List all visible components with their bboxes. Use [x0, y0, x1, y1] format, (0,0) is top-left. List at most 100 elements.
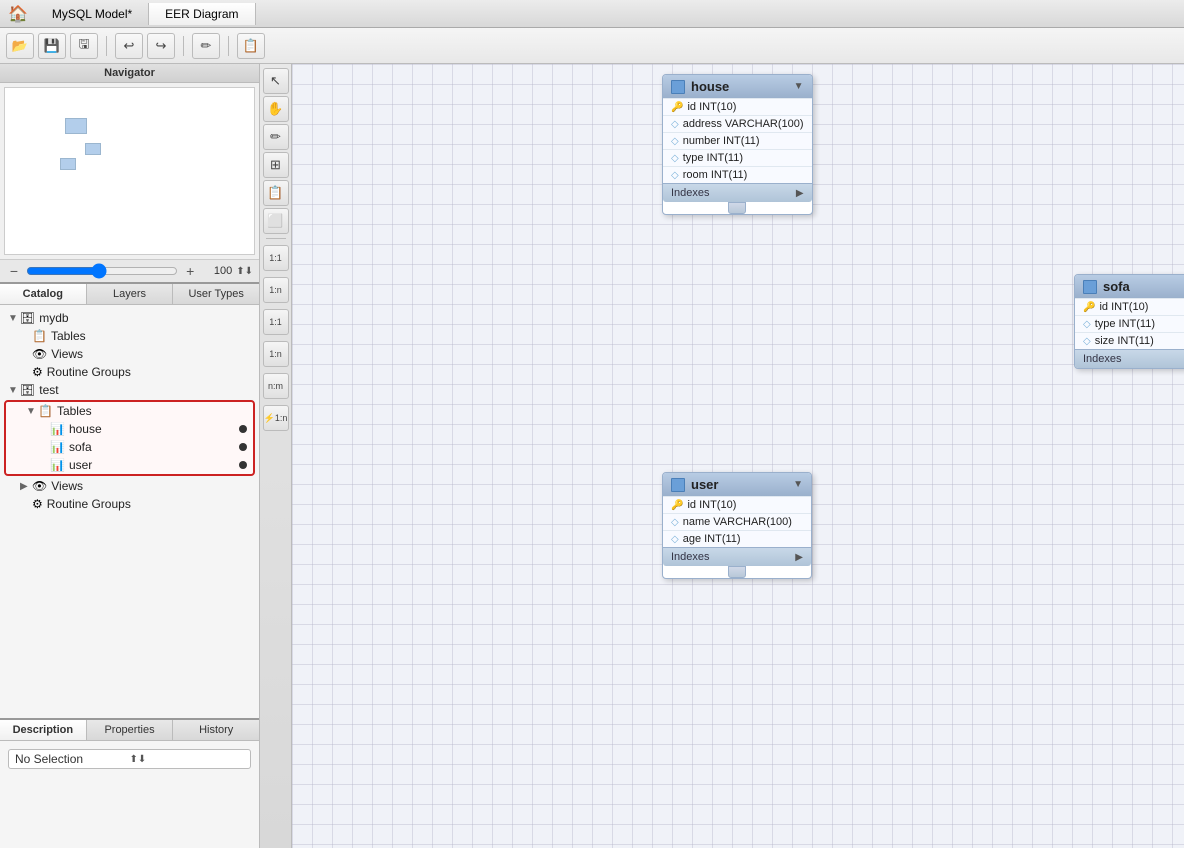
table-user-handle[interactable]	[728, 566, 746, 578]
tree-item-mydb-tables[interactable]: 📋 Tables	[0, 327, 259, 345]
key-icon-sofa: 🔑	[1083, 302, 1095, 313]
relation-1-n-special[interactable]: ⚡1:n	[263, 403, 289, 433]
table-house-arrow[interactable]: ▼	[794, 81, 804, 92]
table-user-header: user ▼	[663, 473, 811, 496]
field-sofa-type: ◇ type INT(11)	[1075, 315, 1184, 332]
tree-item-test[interactable]: ▼ 🗄 test	[0, 381, 259, 399]
tab-properties[interactable]: Properties	[87, 720, 174, 740]
toolbar: 📂 💾 🖫 ↩ ↪ ✏ 📋	[0, 28, 1184, 64]
table-house-header: house ▼	[663, 75, 812, 98]
redo-button[interactable]: ↪	[147, 33, 175, 59]
selection-dropdown[interactable]: No Selection ⬆⬇	[8, 749, 251, 769]
tree-arrow-test-views[interactable]: ▶	[20, 481, 32, 492]
table-sofa[interactable]: sofa ▼ 🔑 id INT(10) ◇ type INT(11) ◇ siz…	[1074, 274, 1184, 369]
undo-button[interactable]: ↩	[115, 33, 143, 59]
tree-arrow-test[interactable]: ▼	[8, 385, 20, 396]
diamond-icon: ◇	[671, 119, 679, 130]
open-button[interactable]: 📂	[6, 33, 34, 59]
table-user-arrow[interactable]: ▼	[793, 479, 803, 490]
tab-eer-diagram[interactable]: EER Diagram	[149, 3, 255, 25]
edit-button[interactable]: ✏	[192, 33, 220, 59]
tree-item-test-tables[interactable]: ▼ 📋 Tables	[6, 402, 253, 420]
catalog-tree[interactable]: ▼ 🗄 mydb 📋 Tables 👁 Views ⚙ Routine G	[0, 305, 259, 718]
indexes-arrow-icon[interactable]: ▶	[796, 188, 804, 199]
field-user-name-label: name VARCHAR(100)	[683, 516, 792, 528]
tab-layers[interactable]: Layers	[87, 284, 174, 304]
views-icon: 👁	[32, 347, 47, 361]
clipboard-button[interactable]: 📋	[237, 33, 265, 59]
table-house[interactable]: house ▼ 🔑 id INT(10) ◇ address VARCHAR(1…	[662, 74, 813, 215]
tree-item-mydb-routines[interactable]: ⚙ Routine Groups	[0, 363, 259, 381]
pan-tool[interactable]: ✋	[263, 96, 289, 122]
save-button[interactable]: 💾	[38, 33, 66, 59]
zoom-out-button[interactable]: −	[6, 263, 22, 279]
field-house-number-label: number INT(11)	[683, 135, 760, 147]
eer-canvas[interactable]: house ▼ 🔑 id INT(10) ◇ address VARCHAR(1…	[292, 64, 1184, 848]
table-sofa-header: sofa ▼	[1075, 275, 1184, 298]
toolbar-separator	[106, 36, 107, 56]
field-house-address-label: address VARCHAR(100)	[683, 118, 804, 130]
tools-panel: ↖ ✋ ✏ ⊞ 📋 ⬜ 1:1 1:n 1:1 1:n n:m ⚡1:n	[260, 64, 292, 848]
table-icon: 📋	[32, 329, 47, 343]
view-tool[interactable]: ⬜	[263, 208, 289, 234]
field-user-name: ◇ name VARCHAR(100)	[663, 513, 811, 530]
relation-1-1b[interactable]: 1:1	[263, 307, 289, 337]
table-house-title: house	[691, 79, 729, 94]
table-user-icon	[671, 478, 685, 492]
tree-item-mydb-views[interactable]: 👁 Views	[0, 345, 259, 363]
navigator-title: Navigator	[0, 64, 259, 83]
tree-item-mydb[interactable]: ▼ 🗄 mydb	[0, 309, 259, 327]
left-panel: Navigator − + 100 ⬆⬇ Catalog Layers User…	[0, 64, 260, 848]
save-as-button[interactable]: 🖫	[70, 33, 98, 59]
user-dot	[239, 461, 247, 469]
copy-tool[interactable]: 📋	[263, 180, 289, 206]
user-indexes-label: Indexes	[671, 551, 710, 563]
tab-mysql-model[interactable]: MySQL Model*	[36, 3, 149, 25]
table-user-indexes[interactable]: Indexes ▶	[663, 547, 811, 566]
select-tool[interactable]: ↖	[263, 68, 289, 94]
table-house-handle[interactable]	[728, 202, 746, 214]
tree-item-sofa[interactable]: 📊 sofa	[6, 438, 253, 456]
erase-tool[interactable]: ✏	[263, 124, 289, 150]
diamond-icon-4: ◇	[671, 170, 679, 181]
table-user[interactable]: user ▼ 🔑 id INT(10) ◇ name VARCHAR(100) …	[662, 472, 812, 579]
description-tabs: Description Properties History	[0, 720, 259, 741]
relation-n-m[interactable]: n:m	[263, 371, 289, 401]
table-house-indexes[interactable]: Indexes ▶	[663, 183, 812, 202]
tab-user-types[interactable]: User Types	[173, 284, 259, 304]
tab-catalog[interactable]: Catalog	[0, 284, 87, 304]
home-icon[interactable]: 🏠	[0, 4, 36, 24]
tree-item-test-views[interactable]: ▶ 👁 Views	[0, 477, 259, 495]
user-indexes-arrow-icon[interactable]: ▶	[795, 552, 803, 563]
table-icon-sofa: 📊	[50, 440, 65, 454]
field-user-age: ◇ age INT(11)	[663, 530, 811, 547]
table-icon-user: 📊	[50, 458, 65, 472]
relation-1-nb[interactable]: 1:n	[263, 339, 289, 369]
tree-item-test-routines[interactable]: ⚙ Routine Groups	[0, 495, 259, 513]
tree-arrow-mydb[interactable]: ▼	[8, 313, 20, 324]
zoom-value: 100	[202, 265, 232, 277]
table-tool[interactable]: ⊞	[263, 152, 289, 178]
navigator-canvas[interactable]	[4, 87, 255, 255]
nav-thumb-1	[65, 118, 87, 134]
tree-arrow-test-tables[interactable]: ▼	[26, 406, 38, 417]
tree-item-user[interactable]: 📊 user	[6, 456, 253, 474]
tab-description[interactable]: Description	[0, 720, 87, 740]
table-sofa-indexes[interactable]: Indexes ▶	[1075, 349, 1184, 368]
house-dot	[239, 425, 247, 433]
zoom-in-button[interactable]: +	[182, 263, 198, 279]
field-sofa-size-label: size INT(11)	[1095, 335, 1154, 347]
relation-1-1[interactable]: 1:1	[263, 243, 289, 273]
table-house-icon	[671, 80, 685, 94]
tab-history[interactable]: History	[173, 720, 259, 740]
tree-item-house[interactable]: 📊 house	[6, 420, 253, 438]
relation-1-n[interactable]: 1:n	[263, 275, 289, 305]
dropdown-arrow-icon: ⬆⬇	[130, 754, 245, 765]
diamond-icon-sofa-2: ◇	[1083, 336, 1091, 347]
zoom-stepper[interactable]: ⬆⬇	[236, 266, 253, 277]
zoom-slider[interactable]	[26, 263, 178, 279]
field-sofa-id-label: id INT(10)	[1099, 301, 1148, 313]
key-icon: 🔑	[671, 102, 683, 113]
table-user-title: user	[691, 477, 718, 492]
table-sofa-title: sofa	[1103, 279, 1130, 294]
